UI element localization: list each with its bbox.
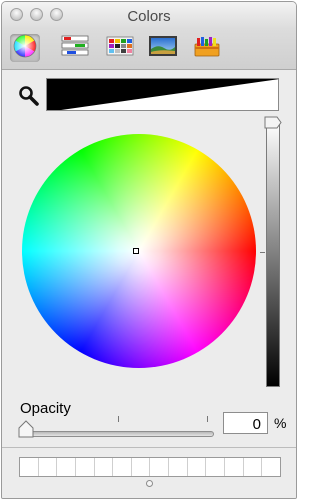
opacity-slider[interactable] <box>22 431 214 437</box>
palette-swatch[interactable] <box>20 458 39 476</box>
tab-color-palettes[interactable] <box>105 34 135 62</box>
palette-swatch[interactable] <box>206 458 226 476</box>
magnifier-icon[interactable] <box>18 85 40 107</box>
resize-grip[interactable] <box>146 480 153 487</box>
color-panel: Opacity % <box>2 70 296 498</box>
opacity-field[interactable] <box>223 412 268 434</box>
brightness-slider-knob[interactable] <box>264 116 282 129</box>
palette-swatch[interactable] <box>57 458 76 476</box>
color-wheel-cursor[interactable] <box>133 248 139 254</box>
crayons-icon <box>192 34 222 63</box>
palette-swatch[interactable] <box>188 458 207 476</box>
tab-crayons[interactable] <box>192 34 222 62</box>
tab-color-sliders[interactable] <box>60 34 90 62</box>
tab-image-palettes[interactable] <box>148 34 178 62</box>
palette-divider <box>2 447 296 448</box>
palette-swatch[interactable] <box>95 458 114 476</box>
percent-label: % <box>274 415 287 431</box>
opacity-slider-knob[interactable] <box>16 420 36 440</box>
toolbar <box>2 29 296 70</box>
color-sliders-icon <box>61 34 89 63</box>
window-title: Colors <box>127 8 171 25</box>
palette-swatch[interactable] <box>113 458 132 476</box>
image-palettes-icon <box>148 34 178 63</box>
color-wheel[interactable] <box>22 134 256 368</box>
color-swatch-palette[interactable] <box>19 457 281 477</box>
color-swatch <box>47 79 278 110</box>
tab-color-wheel[interactable] <box>10 34 40 62</box>
brightness-slider[interactable] <box>266 121 280 387</box>
title-bar: Colors <box>2 2 296 29</box>
opacity-tick-mark <box>118 416 119 422</box>
palette-swatch[interactable] <box>244 458 263 476</box>
color-wheel-icon <box>13 34 37 63</box>
brightness-tick-mark <box>260 252 265 253</box>
palette-swatch[interactable] <box>169 458 188 476</box>
palette-swatch[interactable] <box>76 458 95 476</box>
palette-swatch[interactable] <box>150 458 170 476</box>
palette-swatch[interactable] <box>262 458 280 476</box>
palette-swatch[interactable] <box>225 458 244 476</box>
colors-window: Colors Opacity 0 % <box>1 1 297 499</box>
color-palettes-icon <box>106 34 134 63</box>
opacity-label: Opacity <box>20 400 71 417</box>
palette-swatch[interactable] <box>132 458 151 476</box>
opacity-tick-mark <box>207 416 208 422</box>
current-color-well[interactable] <box>46 78 279 111</box>
palette-swatch[interactable] <box>39 458 58 476</box>
